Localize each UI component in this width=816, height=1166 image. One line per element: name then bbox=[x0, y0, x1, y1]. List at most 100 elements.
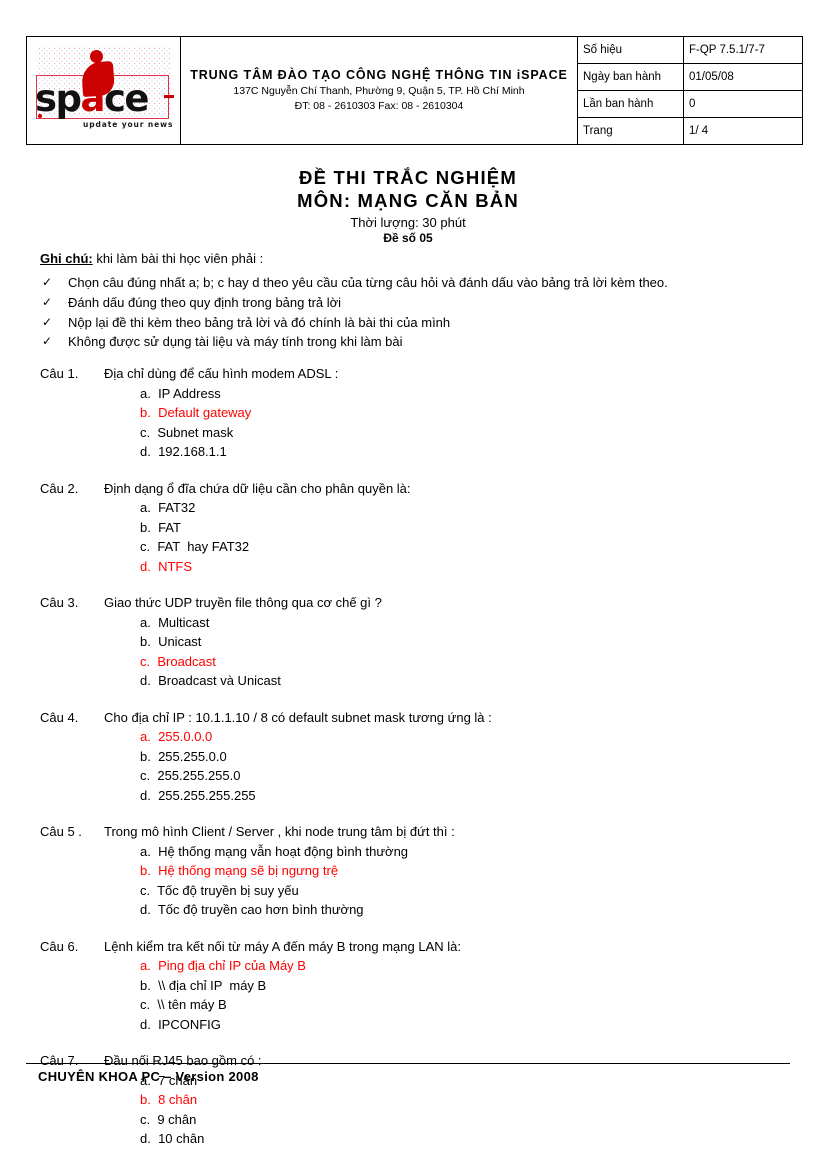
exam-code: Đề số 05 bbox=[383, 231, 433, 246]
question-header: Câu 2. Định dạng ổ đĩa chứa dữ liệu cần c… bbox=[40, 479, 780, 499]
question-number: Câu 5 . bbox=[40, 824, 82, 839]
notes-heading: Ghi chú: khi làm bài thi học viên phải : bbox=[40, 251, 776, 266]
question-option[interactable]: d. Tốc độ truyền cao hơn bình thường bbox=[140, 900, 780, 920]
question-option[interactable]: a. Hệ thống mạng vẫn hoạt động bình thườ… bbox=[140, 842, 780, 862]
organization-phone: ĐT: 08 - 2610303 Fax: 08 - 2610304 bbox=[294, 99, 464, 112]
logo-arrow-icon bbox=[164, 94, 174, 98]
question-option-correct[interactable]: a. 255.0.0.0 bbox=[140, 727, 780, 747]
notes-label: Ghi chú: bbox=[40, 251, 93, 266]
question-option[interactable]: b. 255.255.0.0 bbox=[140, 747, 780, 767]
question-option-correct[interactable]: c. Broadcast bbox=[140, 652, 780, 672]
notes-intro: khi làm bài thi học viên phải : bbox=[92, 251, 264, 266]
exam-duration: Thời lượng: 30 phút bbox=[350, 215, 466, 231]
question-prompt: Đầu nối RJ45 bao gồm có : bbox=[104, 1053, 262, 1068]
logo-wordmark-a: a bbox=[80, 76, 106, 120]
question-header: Câu 4. Cho địa chỉ IP : 10.1.1.10 / 8 có … bbox=[40, 708, 780, 728]
question-option-correct[interactable]: b. Default gateway bbox=[140, 403, 780, 423]
meta-label-so-hieu: Số hiệu bbox=[577, 36, 684, 64]
question-prompt: Cho địa chỉ IP : 10.1.1.10 / 8 có defaul… bbox=[104, 709, 492, 725]
question-option[interactable]: d. Broadcast và Unicast bbox=[140, 671, 780, 691]
question-option[interactable]: b. Unicast bbox=[140, 632, 780, 652]
meta-value-lan-ban-hanh: 0 bbox=[683, 90, 803, 118]
question-header: Câu 7. Đầu nối RJ45 bao gồm có : bbox=[40, 1051, 780, 1071]
question-option[interactable]: c. \\ tên máy B bbox=[140, 995, 780, 1015]
meta-value-ngay-ban-hanh: 01/05/08 bbox=[683, 63, 803, 91]
question-option[interactable]: d. IPCONFIG bbox=[140, 1015, 780, 1035]
exam-title-line1: ĐỀ THI TRẮC NGHIỆM bbox=[299, 167, 517, 188]
question-block: Câu 1. Địa chỉ dùng để cấu hình modem ADS… bbox=[40, 364, 780, 462]
document-header-table: space update your news TRUNG TÂM ĐÀO TẠO… bbox=[26, 36, 803, 145]
question-header: Câu 1. Địa chỉ dùng để cấu hình modem ADS… bbox=[40, 364, 780, 384]
question-prompt: Địa chỉ dùng để cấu hình modem ADSL : bbox=[104, 366, 339, 381]
question-options: a. Ping địa chỉ IP của Máy Bb. \\ địa ch… bbox=[104, 956, 780, 1034]
question-option-correct[interactable]: a. Ping địa chỉ IP của Máy B bbox=[140, 956, 780, 976]
exam-title-line2: MÔN: MẠNG CĂN BẢN bbox=[297, 190, 519, 212]
organization-address: 137C Nguyễn Chí Thanh, Phường 9, Quận 5,… bbox=[233, 85, 525, 98]
question-prompt: Giao thức UDP truyền file thông qua cơ c… bbox=[104, 595, 382, 610]
question-block: Câu 4. Cho địa chỉ IP : 10.1.1.10 / 8 có … bbox=[40, 708, 780, 806]
logo-wordmark-ce: ce bbox=[103, 76, 150, 120]
check-icon: ✓ bbox=[42, 334, 53, 349]
footer-text: CHUYÊN KHOA PC – Version 2008 bbox=[38, 1069, 259, 1084]
exam-title-block: ĐỀ THI TRẮC NGHIỆM MÔN: MẠNG CĂN BẢN Thờ… bbox=[0, 166, 816, 245]
note-item-text: Nộp lại đề thi kèm theo bảng trả lời và … bbox=[68, 314, 451, 330]
question-option[interactable]: d. 10 chân bbox=[140, 1129, 780, 1149]
question-block: Câu 6. Lệnh kiểm tra kết nối từ máy A đến… bbox=[40, 937, 780, 1035]
question-prompt: Trong mô hình Client / Server , khi node… bbox=[104, 824, 455, 839]
document-page: space update your news TRUNG TÂM ĐÀO TẠO… bbox=[0, 0, 816, 1146]
check-icon: ✓ bbox=[42, 275, 53, 289]
question-number: Câu 4. bbox=[40, 709, 79, 725]
note-item-text: Không được sử dụng tài liệu và máy tính … bbox=[68, 334, 403, 350]
question-option-correct[interactable]: b. 8 chân bbox=[140, 1090, 780, 1110]
questions-list: Câu 1. Địa chỉ dùng để cấu hình modem ADS… bbox=[40, 364, 780, 1166]
note-item-text: Đánh dấu đúng theo quy định trong bảng t… bbox=[68, 294, 342, 310]
check-icon: ✓ bbox=[42, 294, 53, 309]
check-icon: ✓ bbox=[42, 314, 53, 329]
question-options: a. Hệ thống mạng vẫn hoạt động bình thườ… bbox=[104, 842, 780, 920]
question-options: a. Multicast b. Unicast c. Broadcast d. Bro… bbox=[104, 613, 780, 691]
question-block: Câu 7. Đầu nối RJ45 bao gồm có : a. 7 chân… bbox=[40, 1051, 780, 1149]
meta-label-trang: Trang bbox=[577, 117, 684, 145]
ispace-logo: space update your news bbox=[27, 38, 180, 144]
question-number: Câu 2. bbox=[40, 480, 79, 496]
meta-value-so-hieu: F-QP 7.5.1/7-7 bbox=[683, 36, 803, 64]
question-option[interactable]: c. 9 chân bbox=[140, 1110, 780, 1130]
question-number: Câu 3. bbox=[40, 595, 79, 610]
question-block: Câu 2. Định dạng ổ đĩa chứa dữ liệu cần c… bbox=[40, 479, 780, 577]
question-header: Câu 5 . Trong mô hình Client / Server , k… bbox=[40, 822, 780, 842]
question-option[interactable]: d. 255.255.255.255 bbox=[140, 786, 780, 806]
question-option-correct[interactable]: d. NTFS bbox=[140, 557, 780, 577]
note-item: ✓ Nộp lại đề thi kèm theo bảng trả lời và… bbox=[40, 313, 776, 333]
question-option[interactable]: c. Tốc độ truyền bị suy yếu bbox=[140, 881, 780, 901]
question-option[interactable]: d. 192.168.1.1 bbox=[140, 442, 780, 462]
note-item: ✓ Không được sử dụng tài liệu và máy tính… bbox=[40, 332, 776, 352]
question-option-correct[interactable]: b. Hệ thống mạng sẽ bị ngưng trệ bbox=[140, 861, 780, 881]
notes-section: Ghi chú: khi làm bài thi học viên phải :… bbox=[40, 251, 776, 352]
question-option[interactable]: a. FAT32 bbox=[140, 498, 780, 518]
meta-label-lan-ban-hanh: Lần ban hành bbox=[577, 90, 684, 118]
notes-list: ✓ Chọn câu đúng nhất a; b; c hay d theo y… bbox=[40, 273, 776, 352]
note-item: ✓ Đánh dấu đúng theo quy định trong bảng … bbox=[40, 293, 776, 313]
question-option[interactable]: c. 255.255.255.0 bbox=[140, 766, 780, 786]
logo-tagline: update your news bbox=[83, 119, 174, 129]
question-number: Câu 7. bbox=[40, 1053, 79, 1068]
question-prompt: Định dạng ổ đĩa chứa dữ liệu cần cho phâ… bbox=[104, 480, 411, 496]
question-option[interactable]: b. FAT bbox=[140, 518, 780, 538]
question-number: Câu 1. bbox=[40, 366, 79, 381]
question-options: a. 255.0.0.0 b. 255.255.0.0 c. 255.255.255… bbox=[104, 727, 780, 805]
question-option[interactable]: b. \\ địa chỉ IP máy B bbox=[140, 976, 780, 996]
question-option[interactable]: a. Multicast bbox=[140, 613, 780, 633]
note-item-text: Chọn câu đúng nhất a; b; c hay d theo yê… bbox=[68, 275, 668, 290]
logo-wordmark-sp: sp bbox=[35, 76, 82, 120]
question-options: a. FAT32 b. FAT c. FAT hay FAT32 d. NTFS bbox=[104, 498, 780, 576]
organization-name: TRUNG TÂM ĐÀO TẠO CÔNG NGHỆ THÔNG TIN iS… bbox=[190, 68, 568, 83]
meta-label-ngay-ban-hanh: Ngày ban hành bbox=[577, 63, 684, 91]
question-header: Câu 6. Lệnh kiểm tra kết nối từ máy A đến… bbox=[40, 937, 780, 957]
question-option[interactable]: c. FAT hay FAT32 bbox=[140, 537, 780, 557]
question-header: Câu 3. Giao thức UDP truyền file thông qu… bbox=[40, 593, 780, 613]
note-item: ✓ Chọn câu đúng nhất a; b; c hay d theo y… bbox=[40, 273, 776, 293]
question-number: Câu 6. bbox=[40, 938, 79, 954]
question-option[interactable]: c. Subnet mask bbox=[140, 423, 780, 443]
question-option[interactable]: a. IP Address bbox=[140, 384, 780, 404]
meta-value-trang: 1/ 4 bbox=[683, 117, 803, 145]
